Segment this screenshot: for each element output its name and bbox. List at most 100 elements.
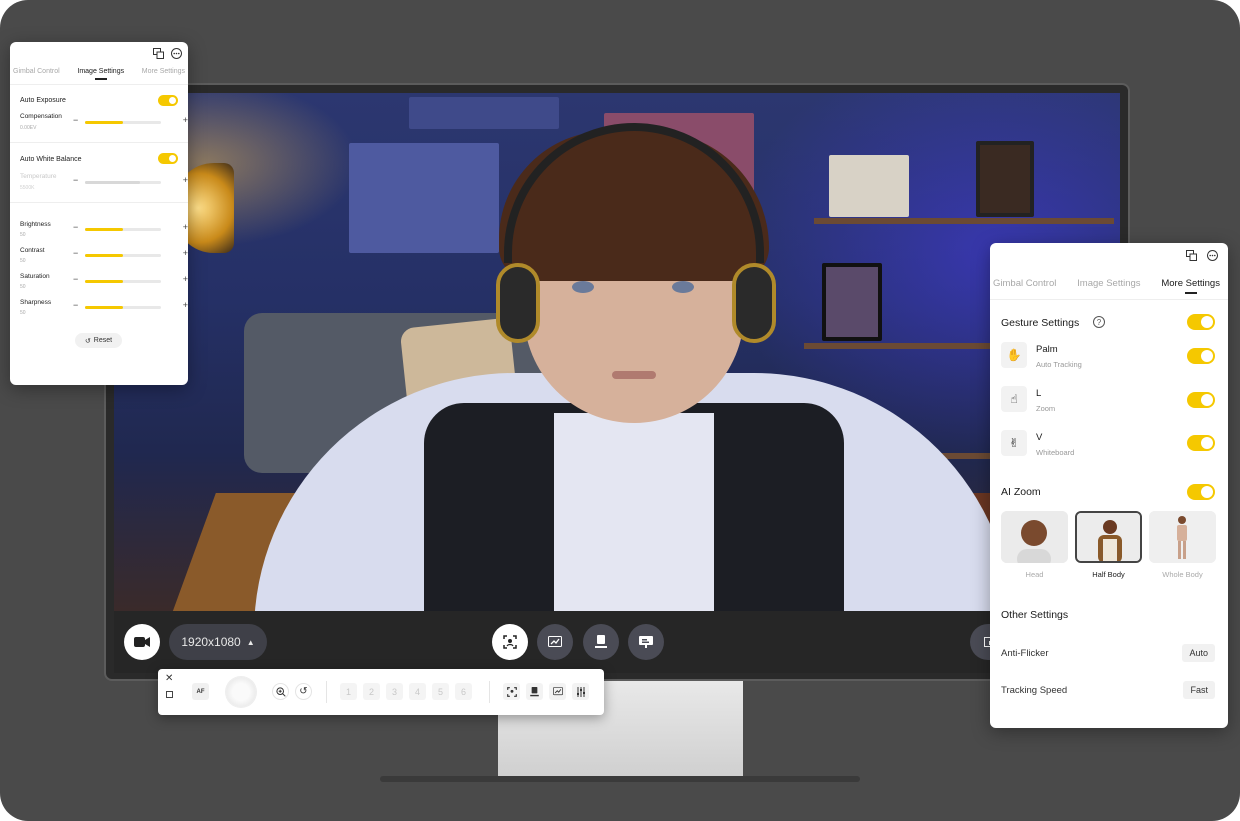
tabs-divider [10, 84, 188, 85]
compensation-slider[interactable]: − + [73, 115, 188, 127]
panel-header-icons [153, 48, 182, 59]
slider-track [85, 121, 161, 124]
sharpness-slider[interactable]: − + [73, 300, 188, 312]
pop-out-icon[interactable] [1186, 250, 1197, 261]
saturation-slider[interactable]: − + [73, 274, 188, 286]
preset-button[interactable]: 3 [386, 683, 403, 700]
background-stage: 1920x1080 ▲ Gimbal Control Image Setting… [0, 0, 1240, 821]
chevron-up-icon: ▲ [246, 637, 255, 647]
desk-mode-button[interactable] [583, 624, 619, 660]
pop-out-icon[interactable] [153, 48, 164, 59]
auto-white-balance-label: Auto White Balance [20, 156, 82, 163]
tab-gimbal-control[interactable]: Gimbal Control [13, 68, 60, 75]
monitor-screen: 1920x1080 ▲ [114, 93, 1120, 673]
preset-button[interactable]: 5 [432, 683, 449, 700]
gesture-name: Palm [1036, 344, 1058, 355]
plus-icon[interactable]: + [183, 274, 188, 284]
minus-icon[interactable]: − [73, 300, 78, 310]
half-body-framing-thumbnail [1077, 513, 1140, 561]
auto-exposure-toggle[interactable] [158, 95, 178, 106]
tab-more-settings[interactable]: More Settings [1161, 278, 1220, 289]
face-tracking-button[interactable] [492, 624, 528, 660]
whole-body-framing-thumbnail [1149, 511, 1216, 563]
window-icon[interactable] [166, 691, 173, 698]
whiteboard-button[interactable] [537, 624, 573, 660]
preset-button[interactable]: 4 [409, 683, 426, 700]
anti-flicker-label: Anti-Flicker [1001, 648, 1049, 659]
minus-icon[interactable]: − [73, 222, 78, 232]
camera-preview [114, 93, 1120, 633]
tab-image-settings[interactable]: Image Settings [77, 68, 124, 75]
video-camera-icon [134, 637, 150, 647]
tracking-speed-select[interactable]: Fast [1183, 681, 1215, 699]
camera-button[interactable] [124, 624, 160, 660]
face-frame-icon [503, 635, 517, 649]
tab-gimbal-control[interactable]: Gimbal Control [993, 278, 1056, 289]
minus-icon[interactable]: − [73, 175, 78, 185]
temperature-slider[interactable]: − + [73, 175, 188, 187]
tab-image-settings[interactable]: Image Settings [1077, 278, 1140, 289]
preset-button[interactable]: 2 [363, 683, 380, 700]
tab-more-settings[interactable]: More Settings [142, 68, 185, 75]
slider-fill [85, 254, 123, 257]
section-divider [10, 142, 188, 143]
minus-icon[interactable]: − [73, 115, 78, 125]
slider-track [85, 280, 161, 283]
gesture-desc: Zoom [1036, 404, 1056, 413]
equalizer-button[interactable] [572, 683, 589, 700]
gimbal-joystick[interactable] [226, 677, 256, 707]
more-icon[interactable] [171, 48, 182, 59]
more-icon[interactable] [1207, 250, 1218, 261]
rotate-reset-icon: ↺ [299, 686, 308, 697]
plus-icon[interactable]: + [183, 115, 188, 125]
brightness-value: 50 [20, 232, 26, 238]
gesture-name: L [1036, 388, 1042, 399]
l-gesture-toggle[interactable] [1187, 392, 1215, 408]
preset-button[interactable]: 6 [455, 683, 472, 700]
palm-gesture-toggle[interactable] [1187, 348, 1215, 364]
gesture-settings-label: Gesture Settings [1001, 317, 1080, 329]
slider-fill [85, 181, 140, 184]
zoom-option-label: Head [1025, 570, 1044, 579]
v-gesture-toggle[interactable] [1187, 435, 1215, 451]
headphone-band [504, 123, 764, 263]
slider-track [85, 306, 161, 309]
temperature-label: Temperature [20, 173, 57, 180]
anti-flicker-select[interactable]: Auto [1182, 644, 1215, 662]
more-settings-panel: Gimbal Control Image Settings More Setti… [990, 243, 1228, 728]
help-icon[interactable]: ? [1093, 316, 1105, 328]
sharpness-label: Sharpness [20, 299, 52, 306]
plus-icon[interactable]: + [183, 222, 188, 232]
reset-gimbal-button[interactable]: ↺ [295, 683, 312, 700]
brightness-slider[interactable]: − + [73, 222, 188, 234]
preset-button[interactable]: 1 [340, 683, 357, 700]
zoom-in-button[interactable] [272, 683, 289, 700]
contrast-label: Contrast [20, 247, 45, 254]
plus-icon[interactable]: + [183, 175, 188, 185]
close-icon[interactable]: ✕ [165, 673, 173, 684]
whiteboard-button[interactable] [549, 683, 566, 700]
mouth [612, 371, 656, 379]
autofocus-button[interactable]: AF [192, 683, 209, 700]
desk-view-icon [595, 635, 607, 648]
l-hand-icon: ☝ [1001, 386, 1027, 412]
plus-icon[interactable]: + [183, 248, 188, 258]
minus-icon[interactable]: − [73, 274, 78, 284]
reset-button[interactable]: ↺ Reset [75, 333, 122, 348]
v-hand-icon: ✌ [1001, 430, 1027, 456]
zoom-option-whole-body[interactable] [1149, 511, 1216, 563]
overhead-mode-button[interactable] [628, 624, 664, 660]
plus-icon[interactable]: + [183, 300, 188, 310]
toolbar-separator [326, 681, 327, 703]
zoom-option-half-body[interactable] [1075, 511, 1142, 563]
gesture-settings-toggle[interactable] [1187, 314, 1215, 330]
face-tracking-button[interactable] [503, 683, 520, 700]
minus-icon[interactable]: − [73, 248, 78, 258]
auto-white-balance-toggle[interactable] [158, 153, 178, 164]
resolution-select[interactable]: 1920x1080 ▲ [169, 624, 267, 660]
ai-zoom-toggle[interactable] [1187, 484, 1215, 500]
contrast-slider[interactable]: − + [73, 248, 188, 260]
desk-mode-button[interactable] [526, 683, 543, 700]
zoom-option-head[interactable] [1001, 511, 1068, 563]
tabs-divider [990, 299, 1228, 300]
